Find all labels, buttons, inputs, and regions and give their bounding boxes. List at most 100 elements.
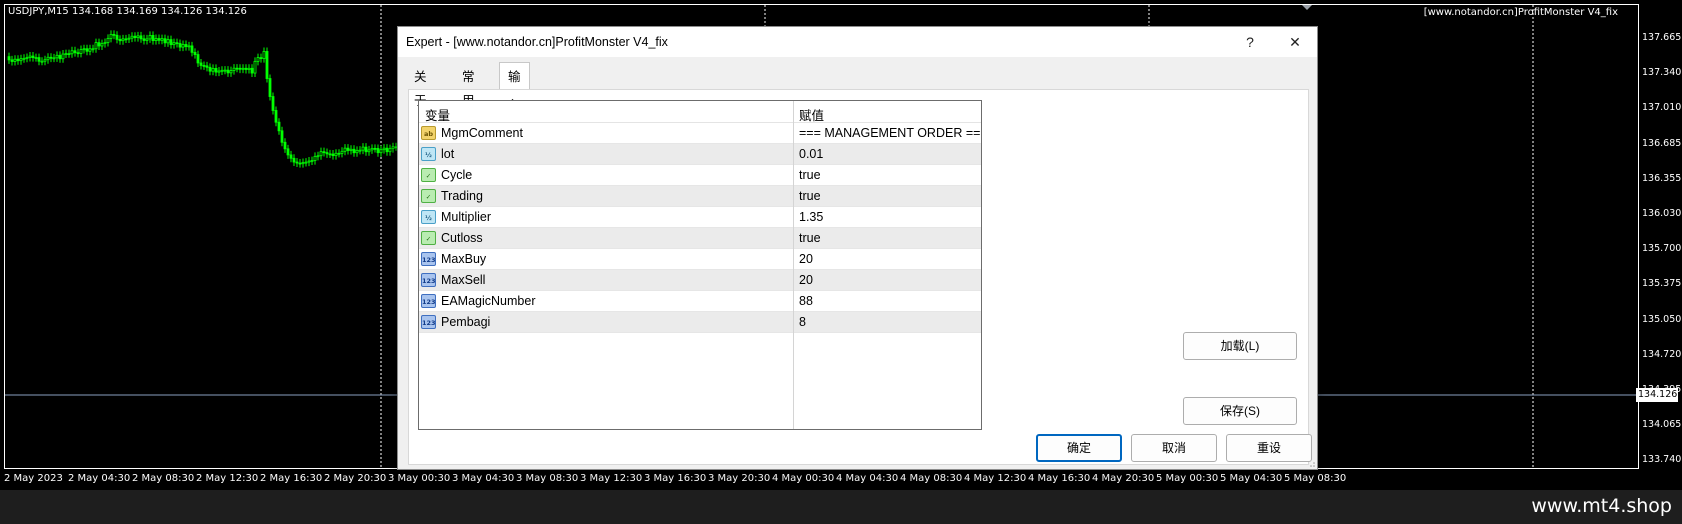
tab-common[interactable]: 常用 (454, 65, 483, 108)
help-button[interactable]: ? (1239, 31, 1261, 53)
column-header-value[interactable]: 赋值 (799, 105, 824, 124)
time-tick-label: 3 May 00:30 (388, 473, 451, 484)
parameter-value[interactable]: 1.35 (799, 210, 823, 224)
candle-body (217, 70, 221, 73)
table-row[interactable]: 123 EAMagicNumber 88 (419, 291, 981, 312)
column-header-variable[interactable]: 变量 (425, 105, 450, 124)
ok-button[interactable]: 确定 (1036, 434, 1122, 462)
integer-type-icon: 123 (421, 315, 436, 329)
parameter-value[interactable]: 8 (799, 315, 806, 329)
tab-inputs[interactable]: 输入参数 (499, 62, 530, 168)
parameter-value[interactable]: 20 (799, 273, 813, 287)
candle-body (268, 78, 272, 97)
candle-body (40, 60, 44, 63)
candle-body (340, 150, 344, 154)
bool-type-icon: ✓ (421, 168, 436, 182)
candle-body (235, 67, 239, 70)
parameter-value[interactable]: 20 (799, 252, 813, 266)
cancel-button[interactable]: 取消 (1131, 434, 1217, 462)
resize-grip-icon[interactable] (1307, 459, 1315, 467)
footer-bar: www.mt4.shop (0, 490, 1682, 524)
time-tick-label: 4 May 08:30 (900, 473, 963, 484)
parameter-value[interactable]: 0.01 (799, 147, 823, 161)
candle-body (370, 147, 374, 151)
candle-body (259, 57, 263, 60)
price-tick-label: 137.665 (1642, 32, 1682, 43)
parameter-value[interactable]: === MANAGEMENT ORDER === (799, 126, 981, 140)
candle-body (181, 44, 185, 48)
candle-body (85, 48, 89, 52)
parameter-value[interactable]: 88 (799, 294, 813, 308)
table-row[interactable]: ½ Multiplier 1.35 (419, 207, 981, 228)
candle-body (328, 153, 332, 156)
parameter-value[interactable]: true (799, 168, 821, 182)
candle-body (115, 34, 119, 40)
candle-body (223, 69, 227, 72)
table-row[interactable]: 123 MaxBuy 20 (419, 249, 981, 270)
table-row[interactable]: ✓ Trading true (419, 186, 981, 207)
price-tick-label: 136.030 (1642, 208, 1682, 219)
table-row[interactable]: ½ lot 0.01 (419, 144, 981, 165)
candle-body (307, 160, 311, 163)
candle-body (247, 67, 251, 70)
candle-body (274, 110, 278, 123)
parameter-value[interactable]: true (799, 189, 821, 203)
table-row[interactable]: 123 MaxSell 20 (419, 270, 981, 291)
parameter-name: Pembagi (441, 315, 491, 329)
close-button[interactable]: ✕ (1284, 31, 1306, 53)
candle-body (355, 149, 359, 154)
candle-body (37, 57, 41, 62)
candle-body (130, 35, 134, 39)
candle-body (142, 38, 146, 41)
save-button[interactable]: 保存(S) (1183, 397, 1297, 425)
time-tick-label: 2 May 12:30 (196, 473, 259, 484)
table-row[interactable]: 123 Pembagi 8 (419, 312, 981, 333)
candle-body (250, 67, 254, 74)
candle-body (214, 68, 218, 73)
time-tick-label: 2 May 16:30 (260, 473, 323, 484)
symbol-info: USDJPY,M15 134.168 134.169 134.126 134.1… (8, 6, 247, 17)
candle-body (322, 151, 326, 154)
candle-body (304, 161, 308, 164)
candle-body (295, 161, 299, 164)
bool-type-icon: ✓ (421, 231, 436, 245)
time-tick-label: 4 May 20:30 (1092, 473, 1155, 484)
candle-body (103, 42, 107, 45)
table-row[interactable]: ✓ Cycle true (419, 165, 981, 186)
candle-body (262, 51, 266, 59)
time-tick-label: 2 May 08:30 (132, 473, 195, 484)
candle-body (352, 148, 356, 154)
input-parameters-table[interactable]: 变量 赋值 ab MgmComment === MANAGEMENT ORDER =… (418, 100, 982, 430)
double-type-icon: ½ (421, 210, 436, 224)
candle-body (193, 51, 197, 55)
load-button[interactable]: 加载(L) (1183, 332, 1297, 360)
parameter-value[interactable]: true (799, 231, 821, 245)
table-row[interactable]: ab MgmComment === MANAGEMENT ORDER === (419, 123, 981, 144)
string-type-icon: ab (421, 126, 436, 140)
candle-body (16, 58, 20, 62)
candle-body (196, 54, 200, 64)
tab-about[interactable]: 关于 (406, 65, 435, 108)
time-tick-label: 4 May 16:30 (1028, 473, 1091, 484)
reset-button[interactable]: 重设 (1226, 434, 1312, 462)
parameter-name: lot (441, 147, 455, 161)
candle-body (241, 67, 245, 70)
candle-body (364, 146, 368, 153)
dialog-titlebar[interactable]: Expert - [www.notandor.cn]ProfitMonster … (398, 27, 1317, 57)
candle-body (298, 162, 302, 165)
candle-body (160, 38, 164, 41)
candle-body (220, 69, 224, 72)
candle-body (331, 153, 335, 157)
time-tick-label: 3 May 16:30 (644, 473, 707, 484)
candle-body (325, 152, 329, 155)
column-separator[interactable] (793, 101, 794, 429)
table-row[interactable]: ✓ Cutloss true (419, 228, 981, 249)
time-tick-label: 2 May 20:30 (324, 473, 387, 484)
parameter-name: MaxBuy (441, 252, 487, 266)
time-tick-label: 4 May 00:30 (772, 473, 835, 484)
candle-body (121, 38, 125, 42)
candle-body (13, 58, 17, 62)
candle-body (349, 148, 353, 151)
candle-body (256, 57, 260, 62)
candle-body (7, 56, 11, 61)
